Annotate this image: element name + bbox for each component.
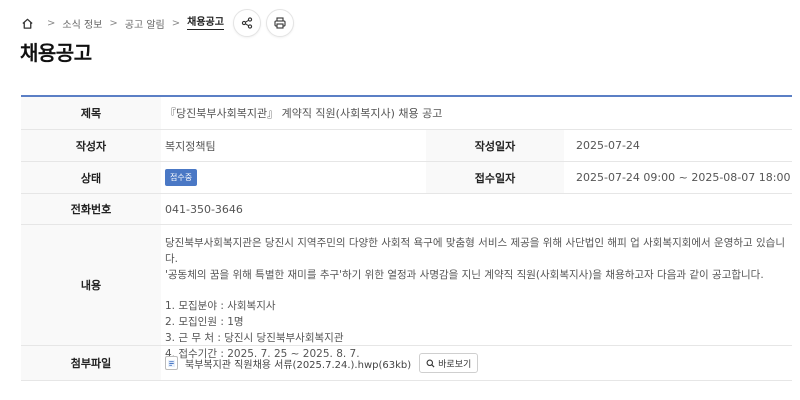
content-line: 당진북부사회복지관은 당진시 지역주민의 다양한 사회적 욕구에 맞춤형 서비스…: [165, 237, 786, 265]
print-icon: [274, 17, 286, 29]
phone-row: 전화번호 041-350-3646: [21, 194, 792, 225]
breadcrumb-item-current[interactable]: 채용공고: [187, 16, 224, 30]
content-blank-line: [165, 283, 792, 298]
phone-label: 전화번호: [21, 194, 161, 224]
author-value: 복지정책팀: [165, 139, 216, 153]
home-icon[interactable]: [20, 16, 34, 30]
phone-value: 041-350-3646: [165, 202, 243, 216]
author-label: 작성자: [21, 130, 161, 161]
search-icon: [426, 359, 435, 368]
title-label: 제목: [21, 97, 161, 129]
preview-button-label: 바로보기: [438, 359, 472, 370]
attachment-row: 첨부파일 북부복지관 직원채용 서류(2025.7.24.).hwp(63kb)…: [21, 346, 792, 381]
breadcrumb: > 소식 정보 > 공고 알림 > 채용공고: [20, 9, 294, 37]
status-cell: 접수중: [161, 162, 426, 193]
content-line: 1. 모집분야 : 사회복지사: [165, 300, 276, 312]
date-value: 2025-07-24: [576, 139, 640, 152]
title-row: 제목 『당진북부사회복지관』 계약직 직원(사회복지사) 채용 공고: [21, 97, 792, 130]
content-line: '공동체의 꿈을 위해 특별한 재미를 추구'하기 위한 열정과 사명감을 지닌…: [165, 269, 764, 281]
period-label: 접수일자: [426, 162, 564, 193]
breadcrumb-separator: >: [47, 17, 56, 29]
share-icon: [241, 17, 253, 29]
title-value: 『당진북부사회복지관』 계약직 직원(사회복지사) 채용 공고: [165, 107, 443, 120]
status-label: 상태: [21, 162, 161, 193]
content-line: 3. 근 무 처 : 당진시 당진북부사회복지관: [165, 332, 344, 344]
breadcrumb-item-notices[interactable]: 공고 알림: [125, 16, 165, 31]
attachment-label: 첨부파일: [21, 346, 161, 380]
content-body: 당진북부사회복지관은 당진시 지역주민의 다양한 사회적 욕구에 맞춤형 서비스…: [161, 225, 792, 360]
attachment-file-link[interactable]: 북부복지관 직원채용 서류(2025.7.24.).hwp(63kb): [185, 356, 411, 371]
hwp-file-icon: [165, 356, 178, 370]
attachment-cell: 북부복지관 직원채용 서류(2025.7.24.).hwp(63kb) 바로보기: [161, 346, 792, 380]
status-badge: 접수중: [165, 169, 198, 186]
breadcrumb-separator: >: [109, 17, 118, 29]
print-button[interactable]: [265, 9, 294, 37]
share-button[interactable]: [232, 9, 261, 37]
breadcrumb-separator: >: [171, 17, 181, 29]
content-line: 2. 모집인원 : 1명: [165, 316, 244, 328]
author-row: 작성자 복지정책팀 작성일자 2025-07-24: [21, 130, 792, 162]
preview-button[interactable]: 바로보기: [419, 353, 479, 373]
content-row: 내용 당진북부사회복지관은 당진시 지역주민의 다양한 사회적 욕구에 맞춤형 …: [21, 225, 792, 360]
period-value: 2025-07-24 09:00 ~ 2025-08-07 18:00: [576, 171, 791, 184]
status-row: 상태 접수중 접수일자 2025-07-24 09:00 ~ 2025-08-0…: [21, 162, 792, 194]
breadcrumb-item-news[interactable]: 소식 정보: [62, 16, 102, 31]
content-label: 내용: [21, 225, 161, 345]
page-title: 채용공고: [20, 41, 92, 65]
date-label: 작성일자: [426, 130, 564, 161]
post-detail-table: 제목 『당진북부사회복지관』 계약직 직원(사회복지사) 채용 공고 작성자 복…: [21, 95, 792, 381]
